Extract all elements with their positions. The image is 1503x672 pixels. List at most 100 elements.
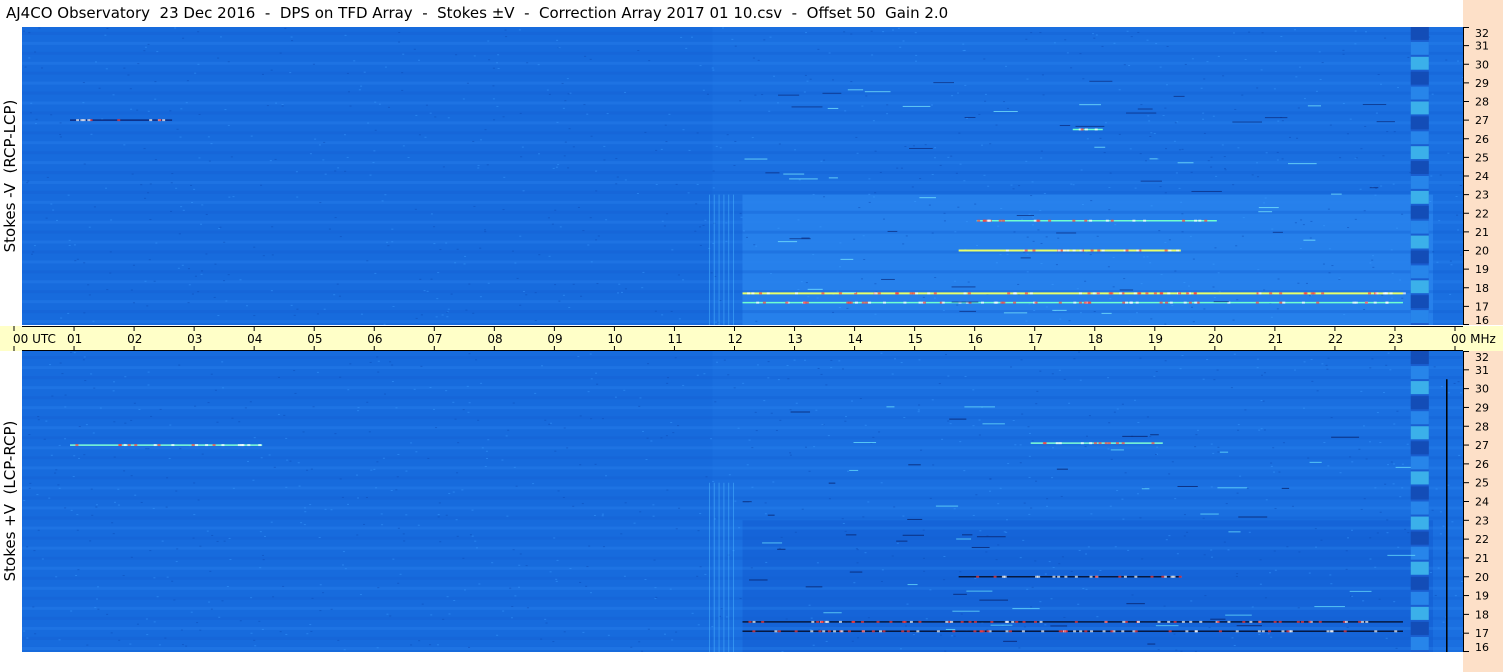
noise-pixel bbox=[595, 170, 598, 172]
streak bbox=[1140, 180, 1162, 182]
noise-pixel bbox=[943, 220, 946, 222]
noise-pixel bbox=[95, 506, 98, 508]
noise-pixel bbox=[1346, 133, 1349, 135]
feature-speckle bbox=[1115, 442, 1119, 445]
feature-speckle bbox=[1000, 301, 1004, 304]
noise-pixel bbox=[1372, 266, 1375, 268]
noise-pixel bbox=[666, 489, 669, 491]
time-tick-label: 05 bbox=[307, 332, 322, 346]
noise-pixel bbox=[1315, 90, 1318, 92]
noise-pixel bbox=[368, 431, 371, 433]
noise-pixel bbox=[838, 360, 841, 362]
noise-pixel bbox=[590, 135, 593, 137]
noise-pixel bbox=[838, 266, 841, 268]
noise-pixel bbox=[978, 419, 981, 421]
noise-pixel bbox=[1133, 399, 1136, 401]
noise-pixel bbox=[153, 280, 156, 282]
noise-pixel bbox=[569, 92, 572, 94]
noise-pixel bbox=[778, 143, 781, 145]
noise-pixel bbox=[763, 400, 766, 402]
feature-speckle bbox=[936, 630, 940, 633]
noise-pixel bbox=[1175, 172, 1178, 174]
noise-pixel bbox=[1365, 31, 1368, 33]
streak bbox=[842, 292, 856, 294]
feature-speckle bbox=[1058, 442, 1062, 445]
feature-speckle bbox=[747, 292, 751, 295]
noise-pixel bbox=[864, 424, 867, 426]
noise-pixel bbox=[430, 614, 433, 616]
noise-pixel bbox=[1267, 633, 1270, 635]
noise-pixel bbox=[1256, 367, 1259, 369]
noise-pixel bbox=[293, 314, 296, 316]
feature-speckle bbox=[1121, 442, 1125, 445]
noise-pixel bbox=[483, 229, 486, 231]
noise-pixel bbox=[1176, 553, 1179, 555]
noise-pixel bbox=[1073, 358, 1076, 360]
noise-pixel bbox=[77, 569, 80, 571]
noise-pixel bbox=[413, 388, 416, 390]
bottom-margin bbox=[0, 652, 1463, 672]
noise-pixel bbox=[518, 564, 521, 566]
noise-pixel bbox=[285, 437, 288, 439]
feature-speckle bbox=[1301, 301, 1305, 304]
noise-pixel bbox=[779, 419, 782, 421]
noise-pixel bbox=[734, 45, 737, 47]
noise-pixel bbox=[201, 204, 204, 206]
noise-pixel bbox=[1135, 312, 1138, 314]
noise-pixel bbox=[270, 290, 273, 292]
noise-pixel bbox=[1040, 150, 1043, 152]
band-stripe bbox=[22, 320, 1463, 324]
noise-pixel bbox=[468, 353, 471, 355]
calibration-cell bbox=[1410, 116, 1429, 130]
feature-speckle bbox=[1089, 575, 1093, 578]
noise-pixel bbox=[1362, 600, 1365, 602]
noise-pixel bbox=[1033, 309, 1036, 311]
noise-pixel bbox=[678, 318, 681, 320]
noise-pixel bbox=[777, 227, 780, 229]
noise-pixel bbox=[1212, 263, 1215, 265]
noise-pixel bbox=[891, 373, 894, 375]
noise-pixel bbox=[620, 291, 623, 293]
noise-pixel bbox=[880, 482, 883, 484]
noise-pixel bbox=[436, 644, 439, 646]
noise-pixel bbox=[586, 113, 589, 115]
noise-pixel bbox=[130, 475, 133, 477]
noise-pixel bbox=[1273, 88, 1276, 90]
noise-pixel bbox=[390, 490, 393, 492]
noise-pixel bbox=[825, 640, 828, 642]
feature-speckle bbox=[134, 444, 138, 447]
streak bbox=[1056, 468, 1068, 470]
streak bbox=[1126, 112, 1157, 114]
noise-pixel bbox=[89, 540, 92, 542]
noise-pixel bbox=[666, 382, 669, 384]
noise-pixel bbox=[540, 365, 543, 367]
time-tick-label: 00 MHz bbox=[1451, 332, 1496, 346]
noise-pixel bbox=[334, 217, 337, 219]
noise-pixel bbox=[728, 474, 731, 476]
noise-pixel bbox=[564, 141, 567, 143]
noise-pixel bbox=[585, 585, 588, 587]
noise-pixel bbox=[496, 105, 499, 107]
noise-pixel bbox=[1270, 462, 1273, 464]
feature-speckle bbox=[820, 620, 824, 623]
calibration-cell bbox=[1410, 471, 1429, 485]
noise-pixel bbox=[1369, 537, 1372, 539]
noise-pixel bbox=[1431, 93, 1434, 95]
noise-pixel bbox=[810, 617, 813, 619]
noise-pixel bbox=[133, 402, 136, 404]
feature-speckle bbox=[1150, 575, 1154, 578]
noise-pixel bbox=[1397, 546, 1400, 548]
feature-speckle bbox=[877, 292, 881, 295]
noise-pixel bbox=[751, 447, 754, 449]
noise-pixel bbox=[1003, 101, 1006, 103]
noise-pixel bbox=[461, 489, 464, 491]
noise-pixel bbox=[1325, 364, 1328, 366]
noise-pixel bbox=[1387, 352, 1390, 354]
feature-speckle bbox=[195, 444, 199, 447]
noise-pixel bbox=[209, 570, 212, 572]
noise-pixel bbox=[507, 429, 510, 431]
noise-pixel bbox=[934, 147, 937, 149]
noise-pixel bbox=[34, 123, 37, 125]
streak bbox=[1387, 554, 1416, 556]
noise-pixel bbox=[1349, 118, 1352, 120]
